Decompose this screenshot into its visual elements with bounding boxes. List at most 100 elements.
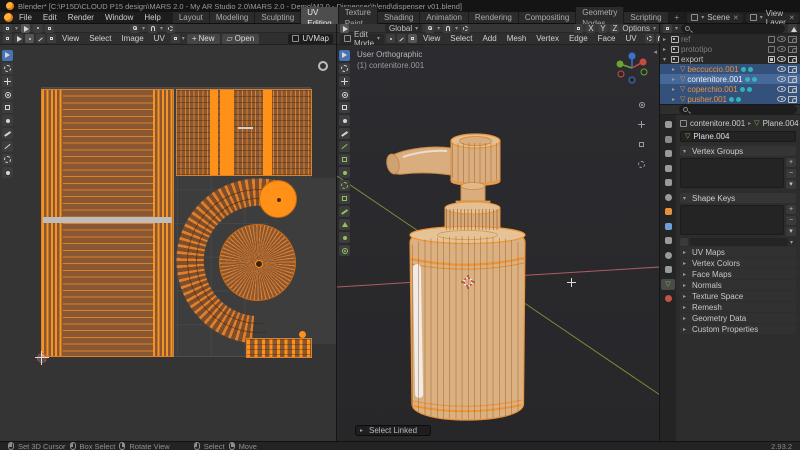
tab-world[interactable] — [661, 192, 675, 203]
checkbox-icon[interactable] — [768, 55, 775, 63]
outliner-row-prototipo[interactable]: ▸ prototipo — [660, 44, 800, 54]
editor-type-icon[interactable] — [3, 23, 12, 33]
toggle-icon[interactable] — [680, 238, 688, 246]
outliner-row-beccuccio[interactable]: ▸ ▽ beccuccio.001 — [660, 64, 800, 74]
panel-normals[interactable]: ▸ Normals — [680, 280, 796, 290]
camera-icon[interactable] — [788, 45, 797, 53]
outliner-editor-icon[interactable] — [663, 24, 672, 33]
eye-icon[interactable] — [777, 56, 786, 62]
tab-render[interactable] — [661, 134, 675, 145]
panel-custom-properties[interactable]: ▸ Custom Properties — [680, 324, 796, 334]
new-image-button[interactable]: + New — [186, 33, 220, 44]
operator-panel[interactable]: ▸ Select Linked — [355, 425, 431, 436]
menu-render[interactable]: Render — [63, 12, 99, 23]
expand-arrow-icon[interactable]: ▸ — [663, 36, 669, 43]
v3d-menu-edge[interactable]: Edge — [565, 34, 592, 43]
shape-keys-list[interactable] — [680, 205, 784, 235]
panel-vertex-colors[interactable]: ▸ Vertex Colors — [680, 258, 796, 268]
tab-scripting[interactable]: Scripting — [624, 12, 669, 23]
move-tool-button[interactable] — [339, 76, 350, 87]
mirror-icon[interactable] — [574, 23, 584, 33]
tab-scene[interactable] — [661, 177, 675, 188]
tab-material[interactable] — [661, 293, 675, 304]
add-shape-key-button[interactable]: + — [786, 205, 796, 214]
eye-icon[interactable] — [777, 46, 786, 52]
image-browse-icon[interactable] — [170, 34, 180, 43]
uv-menu-view[interactable]: View — [58, 34, 83, 43]
blender-menu-icon[interactable] — [4, 13, 13, 22]
transform-tool-button[interactable] — [339, 115, 350, 126]
menu-help[interactable]: Help — [139, 12, 165, 23]
eye-icon[interactable] — [777, 96, 786, 102]
snap-magnet-icon[interactable] — [443, 23, 453, 33]
camera-icon[interactable] — [788, 95, 797, 103]
panel-shape-keys[interactable]: ▾ Shape Keys — [680, 193, 796, 203]
expand-arrow-icon[interactable]: ▸ — [663, 46, 669, 53]
pivot-point-icon[interactable] — [130, 23, 140, 33]
add-workspace-button[interactable]: + — [669, 12, 687, 23]
vertex-groups-list[interactable] — [680, 158, 784, 188]
tab-animation[interactable]: Animation — [420, 12, 469, 23]
bevel-tool-button[interactable] — [339, 180, 350, 191]
uv-menu-image[interactable]: Image — [117, 34, 147, 43]
tool-option-icon[interactable] — [45, 23, 55, 33]
vertex-select-button[interactable] — [386, 34, 396, 43]
camera-icon[interactable] — [788, 55, 797, 63]
outliner-row-export[interactable]: ▾ export — [660, 54, 800, 64]
sidebar-toggle-icon[interactable]: ◂ — [653, 48, 657, 56]
scale-tool-button[interactable] — [2, 102, 13, 113]
tab-object[interactable] — [661, 206, 675, 217]
tab-constraints[interactable] — [661, 264, 675, 275]
viewport-3d-canvas[interactable]: User Orthographic (1) contenitore.001 ◂ … — [337, 45, 659, 441]
panel-remesh[interactable]: ▸ Remesh — [680, 302, 796, 312]
tab-layout[interactable]: Layout — [172, 12, 210, 23]
unlink-view-layer-icon[interactable]: ✕ — [789, 14, 795, 22]
select-circle-tool-button[interactable] — [339, 63, 350, 74]
tab-view-layer[interactable] — [661, 163, 675, 174]
uv-island-disc[interactable] — [259, 180, 297, 218]
uv-editor-icon[interactable] — [3, 34, 12, 43]
menu-window[interactable]: Window — [100, 12, 138, 23]
knife-tool-button[interactable] — [339, 206, 350, 217]
tab-object-data[interactable]: ▽ — [661, 278, 675, 290]
properties-search-input[interactable] — [679, 105, 797, 114]
eye-icon[interactable] — [777, 66, 786, 72]
pivot-point-icon[interactable] — [425, 23, 435, 33]
data-name-field[interactable]: ▽ Plane.004 — [680, 131, 796, 142]
uv-2d-cursor[interactable] — [35, 351, 49, 365]
transform-tool-button[interactable] — [2, 115, 13, 126]
tab-tool[interactable] — [661, 119, 675, 130]
uv-selected-strip[interactable] — [43, 217, 172, 223]
zoom-icon[interactable] — [636, 99, 647, 110]
panel-geometry-data[interactable]: ▸ Geometry Data — [680, 313, 796, 323]
tab-modeling[interactable]: Modeling — [209, 12, 256, 23]
uv-island-fan[interactable] — [219, 224, 296, 301]
panel-vertex-groups[interactable]: ▾ Vertex Groups — [680, 146, 796, 156]
uv-island-dot[interactable] — [299, 331, 306, 338]
cursor-tool-button[interactable] — [339, 89, 350, 100]
tab-shading[interactable]: Shading — [377, 12, 421, 23]
panel-texture-space[interactable]: ▸ Texture Space — [680, 291, 796, 301]
expand-arrow-icon[interactable]: ▸ — [672, 66, 678, 73]
uv-sync-select-icon[interactable] — [14, 34, 23, 43]
proportional-editing-icon[interactable] — [166, 23, 176, 33]
tab-compositing[interactable]: Compositing — [518, 12, 577, 23]
v3d-menu-vertex[interactable]: Vertex — [532, 34, 563, 43]
face-select-button[interactable] — [408, 34, 418, 43]
vertex-group-specials-button[interactable]: ▾ — [786, 180, 796, 189]
camera-icon[interactable] — [788, 75, 797, 83]
tab-output[interactable] — [661, 148, 675, 159]
edge-select-button[interactable] — [397, 34, 407, 43]
active-tool-icon[interactable] — [340, 23, 349, 33]
tab-rendering[interactable]: Rendering — [468, 12, 519, 23]
tweak-tool-button[interactable] — [2, 50, 13, 61]
eye-icon[interactable] — [777, 76, 786, 82]
tweak-tool-button[interactable] — [339, 50, 350, 61]
eye-icon[interactable] — [777, 86, 786, 92]
v3d-menu-face[interactable]: Face — [594, 34, 620, 43]
spin-tool-button[interactable] — [339, 232, 350, 243]
smooth-tool-button[interactable] — [339, 245, 350, 256]
v3d-menu-select[interactable]: Select — [446, 34, 476, 43]
view-layer-selector[interactable]: ▾ View Layer ✕ — [745, 9, 799, 27]
scale-tool-button[interactable] — [339, 102, 350, 113]
